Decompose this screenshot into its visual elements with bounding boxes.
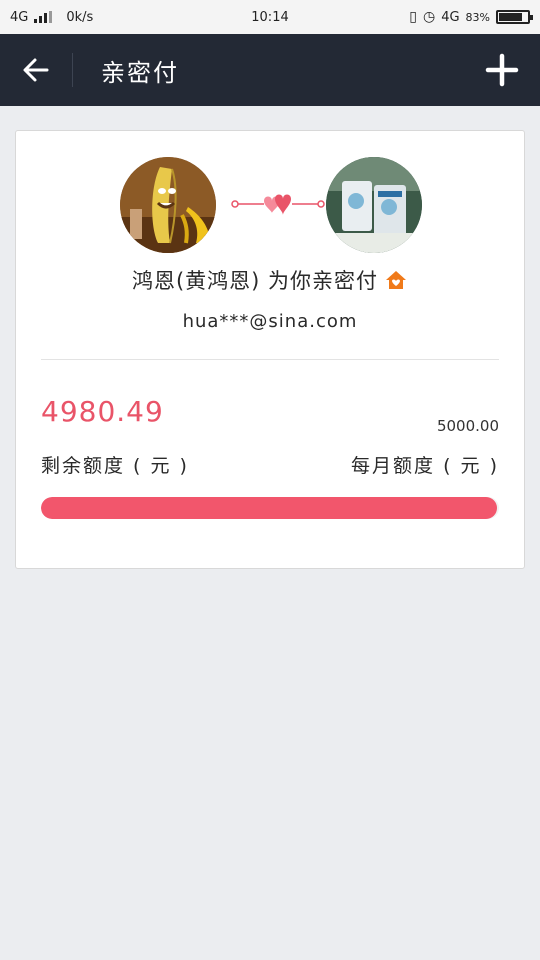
quota-progress-fill (41, 497, 498, 519)
arrow-left-icon (23, 58, 49, 82)
header-divider (72, 53, 73, 87)
network-speed: 0k/s (66, 9, 94, 25)
alarm-icon: ◷ (422, 9, 436, 25)
receiver-avatar (326, 157, 422, 253)
battery-percent: 83% (465, 10, 490, 24)
quota-progress-bar (41, 497, 499, 519)
status-left: 4G 0k/s (10, 10, 93, 25)
remaining-label: 剩余额度 ( 元 ) (41, 455, 189, 477)
pair-text: 鸿恩(黄鸿恩) 为你亲密付 (131, 269, 379, 293)
status-right: ▯ ◷ 4G 83% (409, 9, 533, 25)
divider (41, 359, 499, 360)
signal-icon (34, 11, 53, 23)
remaining-amount: 4980.49 (41, 395, 164, 428)
vibrate-icon: ▯ (409, 9, 417, 25)
add-button[interactable] (484, 52, 520, 88)
page-title: 亲密付 (101, 58, 179, 87)
monthly-limit-amount: 5000.00 (436, 417, 499, 435)
intimate-pay-card[interactable]: 鸿恩(黄鸿恩) 为你亲密付 hua***@sina.com 4980.49 50… (15, 130, 525, 569)
plus-icon (485, 53, 519, 87)
network-type: 4G (10, 9, 29, 25)
network-type-right: 4G (441, 9, 460, 25)
monthly-label: 每月额度 ( 元 ) (351, 455, 499, 477)
payer-email: hua***@sina.com (182, 311, 358, 332)
status-bar: 4G 0k/s 10:14 ▯ ◷ 4G 83% (0, 0, 540, 34)
intimate-pay-description: 鸿恩(黄鸿恩) 为你亲密付 (16, 265, 524, 295)
header-bar: 亲密付 (0, 34, 540, 106)
payer-avatar (120, 157, 216, 253)
back-button[interactable] (0, 34, 72, 106)
battery-icon (496, 10, 533, 24)
house-icon (386, 271, 407, 289)
heart-connector-icon (231, 194, 325, 215)
